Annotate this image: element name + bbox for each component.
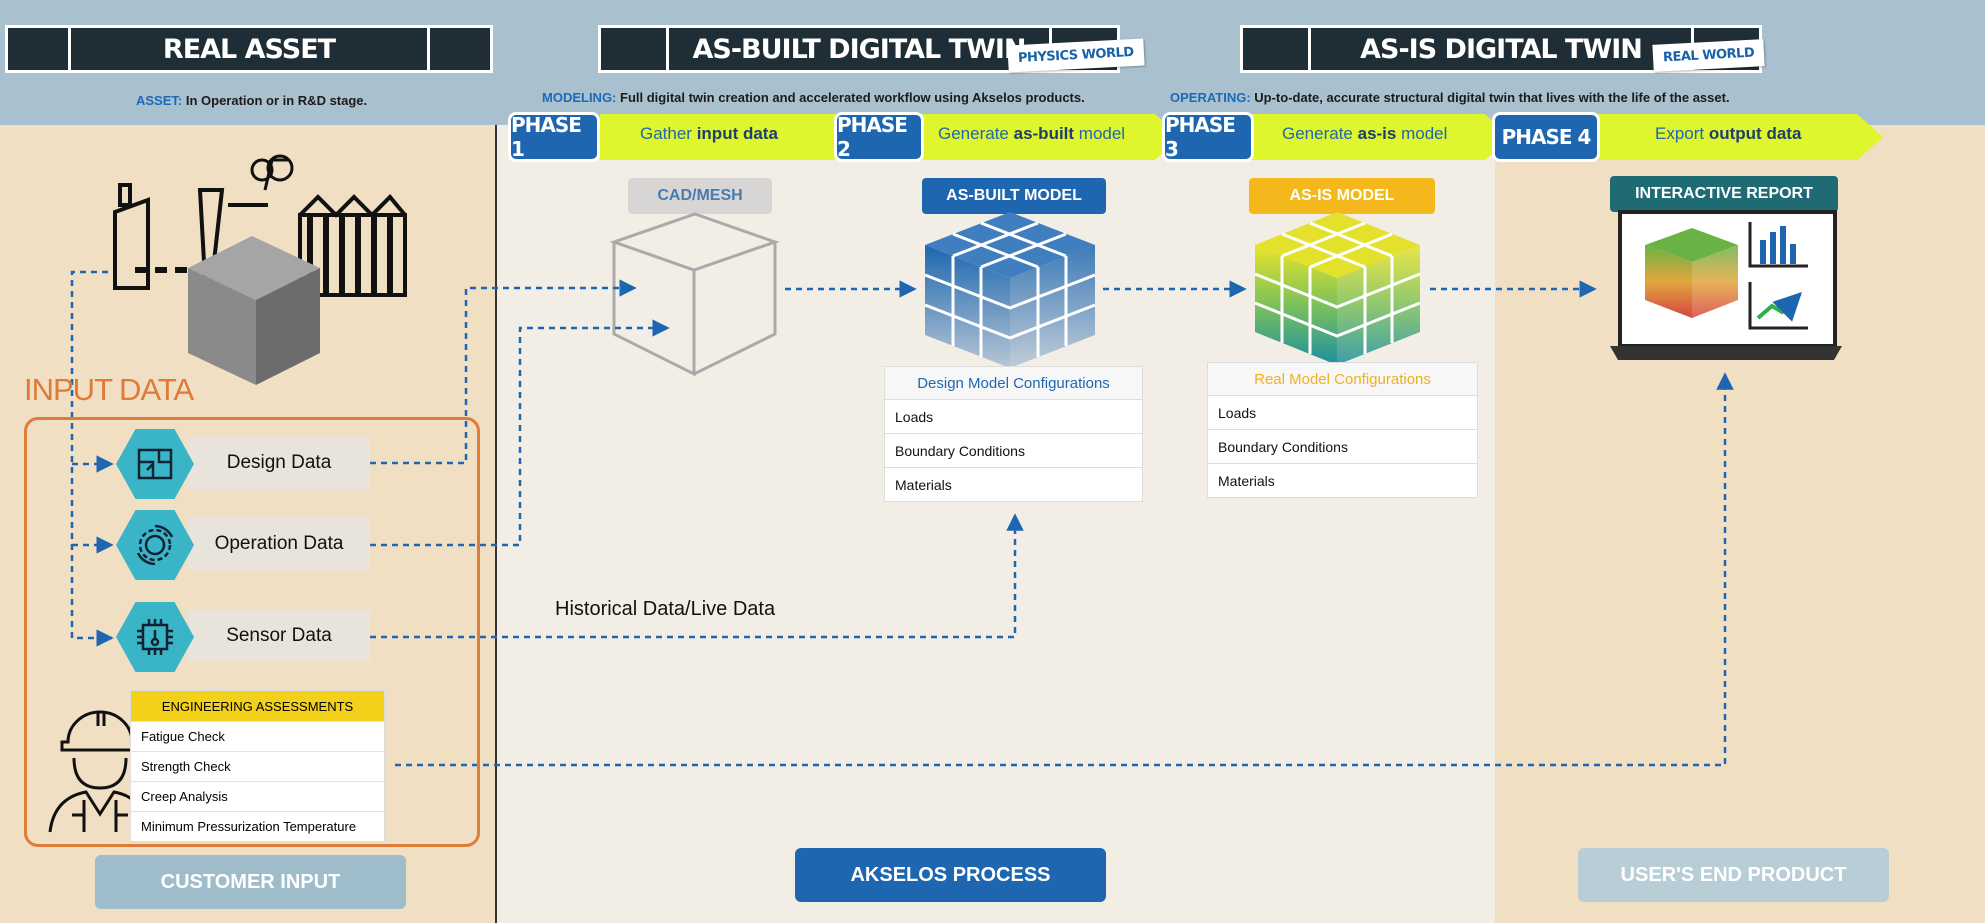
cad-mesh-cube <box>609 212 780 377</box>
historical-live-data-label: Historical Data/Live Data <box>555 598 776 620</box>
real-config-table: Real Model Configurations Loads Boundary… <box>1207 362 1478 498</box>
engineering-assessments-title: ENGINEERING ASSESSMENTS <box>131 691 384 721</box>
users-end-product-label: USER'S END PRODUCT <box>1578 848 1889 902</box>
design-config-title: Design Model Configurations <box>885 367 1142 400</box>
design-data-item: Design Data <box>188 437 370 489</box>
assessment-row: Strength Check <box>131 751 384 781</box>
customer-input-label: CUSTOMER INPUT <box>95 855 406 909</box>
assessment-row: Minimum Pressurization Temperature <box>131 811 384 841</box>
as-is-model-cube <box>1254 212 1421 365</box>
assessment-row: Fatigue Check <box>131 721 384 751</box>
real-config-row: Materials <box>1218 472 1275 489</box>
design-config-row: Materials <box>895 476 952 493</box>
sensor-data-item: Sensor Data <box>188 610 370 662</box>
as-built-model-cube <box>924 212 1096 368</box>
input-data-title: INPUT DATA <box>24 372 194 407</box>
design-config-table: Design Model Configurations Loads Bounda… <box>884 366 1143 502</box>
operation-data-item: Operation Data <box>188 518 370 570</box>
laptop-report-icon <box>1610 210 1842 360</box>
akselos-process-label: AKSELOS PROCESS <box>795 848 1106 902</box>
real-config-title: Real Model Configurations <box>1208 363 1477 396</box>
real-config-row: Boundary Conditions <box>1208 430 1477 464</box>
real-config-row: Loads <box>1208 396 1477 430</box>
design-config-row: Boundary Conditions <box>885 434 1142 468</box>
design-config-row: Loads <box>885 400 1142 434</box>
engineering-assessments-table: ENGINEERING ASSESSMENTS Fatigue Check St… <box>130 690 385 842</box>
assessment-row: Creep Analysis <box>131 781 384 811</box>
